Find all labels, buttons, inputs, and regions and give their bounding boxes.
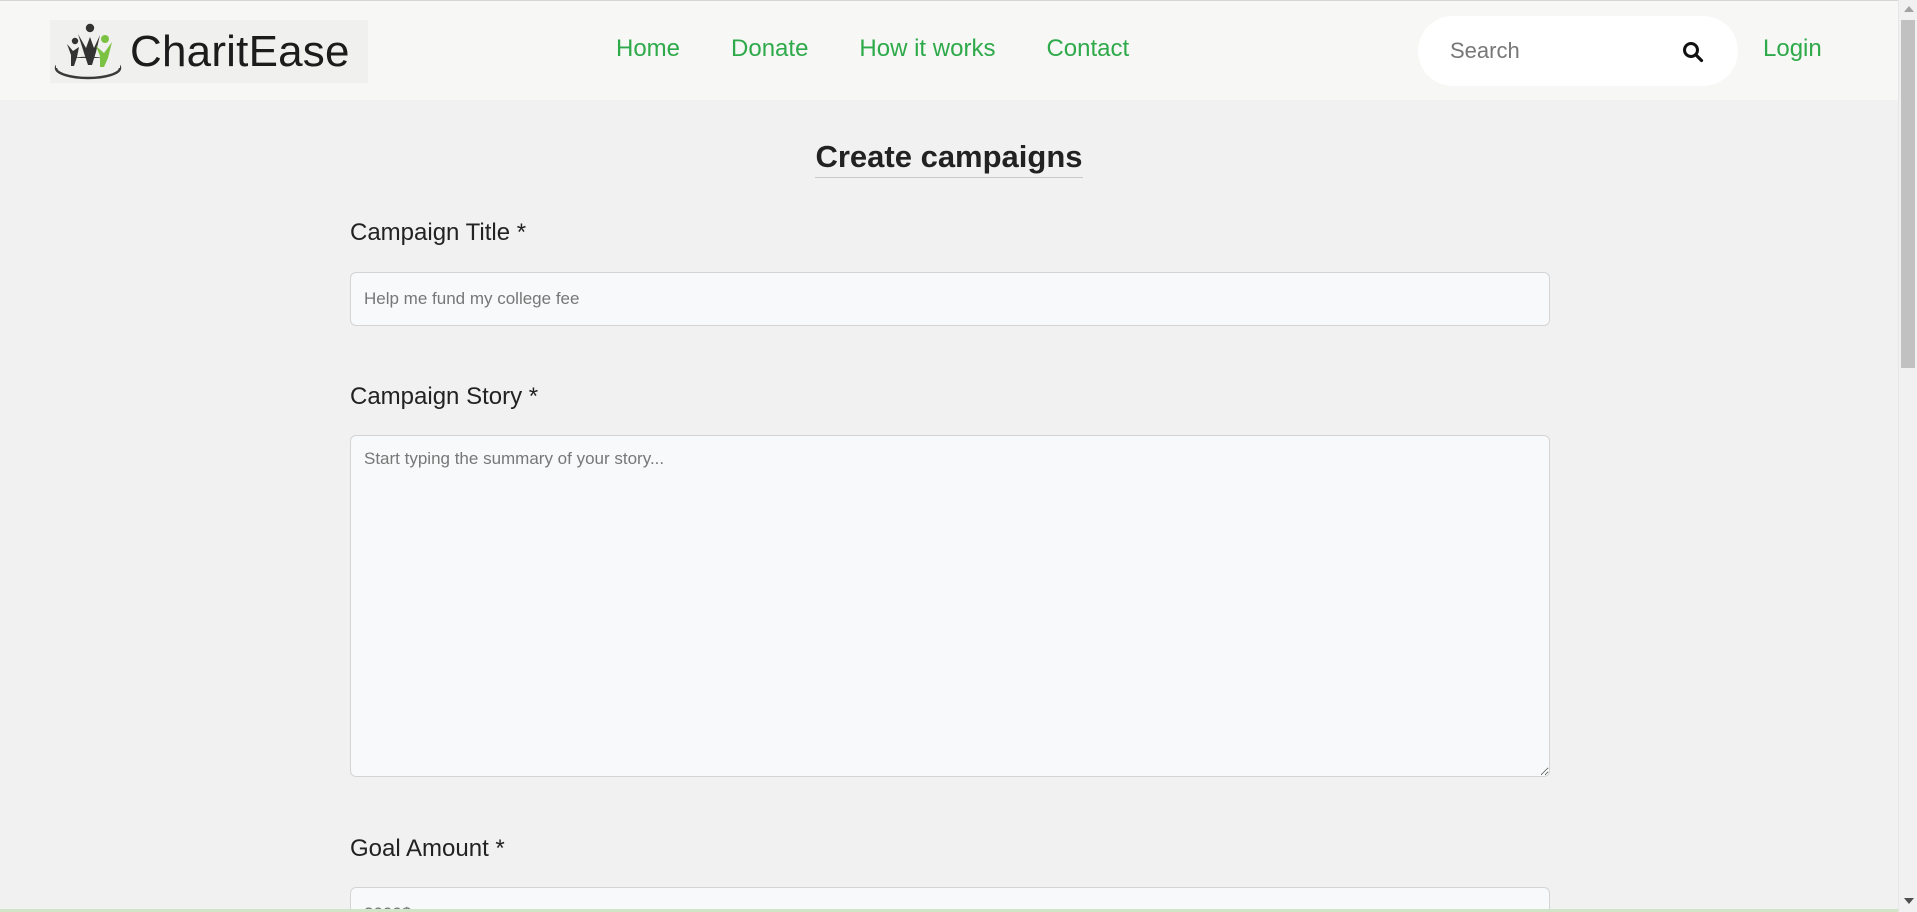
vertical-scrollbar[interactable] bbox=[1898, 0, 1917, 912]
campaign-title-label: Campaign Title * bbox=[350, 219, 527, 246]
search-input[interactable] bbox=[1450, 38, 1670, 64]
campaign-title-input[interactable] bbox=[350, 272, 1550, 326]
brand-logo[interactable]: CharitEase bbox=[50, 20, 368, 83]
people-celebrating-logo-icon bbox=[54, 23, 122, 80]
scroll-up-arrow-icon[interactable] bbox=[1904, 6, 1914, 12]
viewport: CharitEase Home Donate How it works Cont… bbox=[0, 0, 1917, 912]
login-link[interactable]: Login bbox=[1763, 35, 1822, 63]
search-box bbox=[1418, 16, 1738, 86]
goal-amount-label: Goal Amount * bbox=[350, 835, 505, 862]
nav-home-link[interactable]: Home bbox=[616, 35, 680, 63]
campaign-story-label: Campaign Story * bbox=[350, 383, 539, 410]
nav-contact-link[interactable]: Contact bbox=[1046, 35, 1129, 63]
brand-name: CharitEase bbox=[130, 26, 350, 76]
page-title-text: Create campaigns bbox=[815, 139, 1083, 178]
scroll-down-arrow-icon[interactable] bbox=[1904, 898, 1914, 904]
campaign-story-textarea[interactable] bbox=[350, 435, 1550, 777]
scroll-thumb[interactable] bbox=[1901, 20, 1915, 368]
nav-donate-link[interactable]: Donate bbox=[731, 35, 808, 63]
page-title: Create campaigns bbox=[0, 138, 1898, 178]
navbar: CharitEase Home Donate How it works Cont… bbox=[0, 1, 1898, 100]
search-icon[interactable] bbox=[1682, 41, 1704, 63]
nav-how-it-works-link[interactable]: How it works bbox=[859, 35, 995, 63]
main-nav: Home Donate How it works Contact bbox=[616, 35, 1180, 63]
